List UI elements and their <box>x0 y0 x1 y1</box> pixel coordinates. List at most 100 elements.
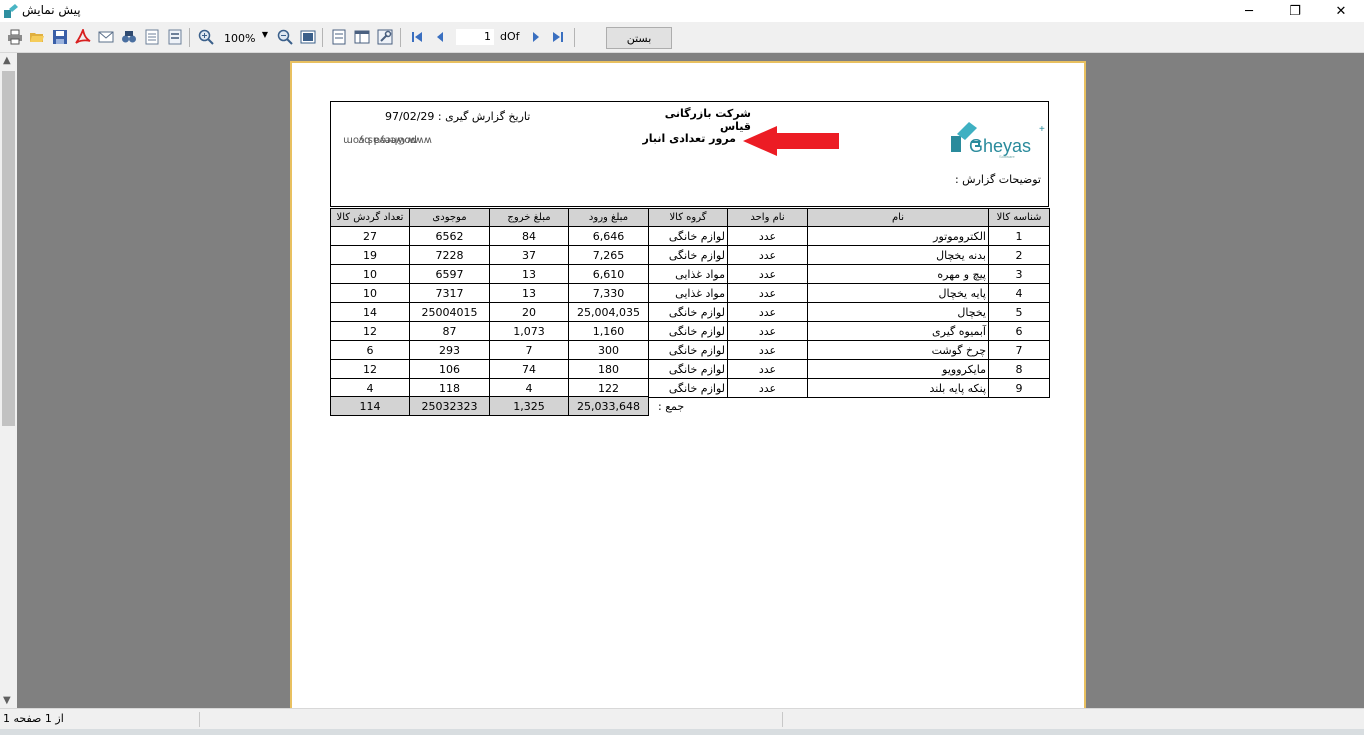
cell-id: 3 <box>988 264 1050 284</box>
cell-turnover: 6 <box>330 340 410 360</box>
single-page-icon[interactable] <box>330 28 348 46</box>
cell-name: مایکروویو <box>807 359 989 379</box>
sum-label: جمع : <box>658 400 685 413</box>
cell-in: 122 <box>568 378 649 398</box>
close-window-button[interactable]: ✕ <box>1318 0 1364 22</box>
zoom-out-icon[interactable] <box>276 28 294 46</box>
app-logo-icon <box>4 4 18 18</box>
report-page: powered by www.Gheyas.com تاریخ گزارش گیر… <box>290 61 1086 708</box>
cell-unit: عدد <box>727 245 808 265</box>
scrollbar-thumb[interactable] <box>2 71 15 426</box>
two-page-icon[interactable] <box>353 28 371 46</box>
cell-out: 74 <box>489 359 569 379</box>
table-row: 27 6562 84 6,646 لوازم خانگی عدد الکتروموتور 1 <box>330 226 1050 246</box>
cell-out: 1,073 <box>489 321 569 341</box>
prev-page-icon[interactable] <box>431 28 449 46</box>
next-page-icon[interactable] <box>527 28 545 46</box>
cell-in: 7,265 <box>568 245 649 265</box>
last-page-icon[interactable] <box>549 28 567 46</box>
title-bar: پیش نمایش ─ ❐ ✕ <box>0 0 1364 22</box>
cell-unit: عدد <box>727 226 808 246</box>
table-row: 12 87 1,073 1,160 لوازم خانگی عدد آبمیوه گیری 6 <box>330 321 1050 341</box>
settings-icon[interactable] <box>376 28 394 46</box>
cell-stock: 6562 <box>409 226 490 246</box>
email-icon[interactable] <box>97 28 115 46</box>
col-in-amount[interactable]: مبلغ ورود <box>568 208 649 227</box>
cell-out: 13 <box>489 283 569 303</box>
cell-turnover: 14 <box>330 302 410 322</box>
powered-by-label: powered by www.Gheyas.com <box>343 134 432 146</box>
cell-unit: عدد <box>727 378 808 398</box>
restore-button[interactable]: ❐ <box>1272 0 1318 22</box>
page-number-input[interactable]: 1 <box>456 29 494 45</box>
cell-group: لوازم خانگی <box>648 340 728 360</box>
cell-name: بدنه یخچال <box>807 245 989 265</box>
report-description-label: توضیحات گزارش : <box>954 173 1041 186</box>
total-turnover: 114 <box>330 396 410 416</box>
items-table: تعداد گردش کالا موجودی مبلغ خروج مبلغ ور… <box>330 208 1050 398</box>
minimize-button[interactable]: ─ <box>1226 0 1272 22</box>
cell-out: 84 <box>489 226 569 246</box>
vertical-scrollbar[interactable]: ▲ ▼ <box>0 53 17 708</box>
print-icon[interactable] <box>6 28 24 46</box>
preview-area[interactable]: ▲ ▼ powered by www.Gheyas.com تاریخ گزارش… <box>0 53 1364 708</box>
total-in: 25,033,648 <box>568 396 649 416</box>
cell-id: 7 <box>988 340 1050 360</box>
open-icon[interactable] <box>28 28 46 46</box>
svg-text:Gheyas: Gheyas <box>969 136 1031 156</box>
col-out-amount[interactable]: مبلغ خروج <box>489 208 569 227</box>
cell-name: پنکه پایه بلند <box>807 378 989 398</box>
cell-group: لوازم خانگی <box>648 321 728 341</box>
cell-in: 6,646 <box>568 226 649 246</box>
cell-stock: 7228 <box>409 245 490 265</box>
close-preview-button[interactable]: بستن <box>606 27 672 49</box>
zoom-in-icon[interactable] <box>197 28 215 46</box>
cell-id: 6 <box>988 321 1050 341</box>
export-icon[interactable] <box>166 28 184 46</box>
cell-group: مواد غذایی <box>648 283 728 303</box>
cell-turnover: 10 <box>330 264 410 284</box>
scroll-down-icon[interactable]: ▼ <box>3 695 11 706</box>
col-name[interactable]: نام <box>807 208 989 227</box>
cell-name: الکتروموتور <box>807 226 989 246</box>
report-title: مرور تعدادی انبار <box>642 132 736 145</box>
cell-id: 9 <box>988 378 1050 398</box>
zoom-select[interactable]: 100% ▼ <box>224 29 270 47</box>
cell-out: 7 <box>489 340 569 360</box>
cell-out: 37 <box>489 245 569 265</box>
cell-id: 8 <box>988 359 1050 379</box>
table-row: 10 6597 13 6,610 مواد غذایی عدد پیچ و مهره 3 <box>330 264 1050 284</box>
cell-id: 5 <box>988 302 1050 322</box>
cell-unit: عدد <box>727 283 808 303</box>
report-header: powered by www.Gheyas.com تاریخ گزارش گیر… <box>330 101 1049 207</box>
pdf-icon[interactable] <box>74 28 92 46</box>
col-id[interactable]: شناسه کالا <box>988 208 1050 227</box>
cell-stock: 118 <box>409 378 490 398</box>
cell-name: پیچ و مهره <box>807 264 989 284</box>
first-page-icon[interactable] <box>408 28 426 46</box>
total-stock: 25032323 <box>409 396 490 416</box>
cell-unit: عدد <box>727 340 808 360</box>
fit-page-icon[interactable] <box>299 28 317 46</box>
find-icon[interactable] <box>120 28 138 46</box>
red-arrow-icon <box>743 126 839 156</box>
save-icon[interactable] <box>51 28 69 46</box>
cell-stock: 6597 <box>409 264 490 284</box>
total-out: 1,325 <box>489 396 569 416</box>
status-bar: از 1 صفحه 1 <box>0 708 1364 729</box>
col-stock[interactable]: موجودی <box>409 208 490 227</box>
cell-group: لوازم خانگی <box>648 226 728 246</box>
col-unit[interactable]: نام واحد <box>727 208 808 227</box>
col-turnover[interactable]: تعداد گردش کالا <box>330 208 410 227</box>
cell-group: لوازم خانگی <box>648 302 728 322</box>
chevron-down-icon: ▼ <box>261 30 268 39</box>
page-of-label: dOf <box>500 30 520 43</box>
cell-stock: 87 <box>409 321 490 341</box>
cell-unit: عدد <box>727 321 808 341</box>
cell-group: لوازم خانگی <box>648 359 728 379</box>
cell-name: آبمیوه گیری <box>807 321 989 341</box>
scroll-up-icon[interactable]: ▲ <box>3 55 11 66</box>
col-group[interactable]: گروه کالا <box>648 208 728 227</box>
page-setup-icon[interactable] <box>143 28 161 46</box>
cell-in: 25,004,035 <box>568 302 649 322</box>
